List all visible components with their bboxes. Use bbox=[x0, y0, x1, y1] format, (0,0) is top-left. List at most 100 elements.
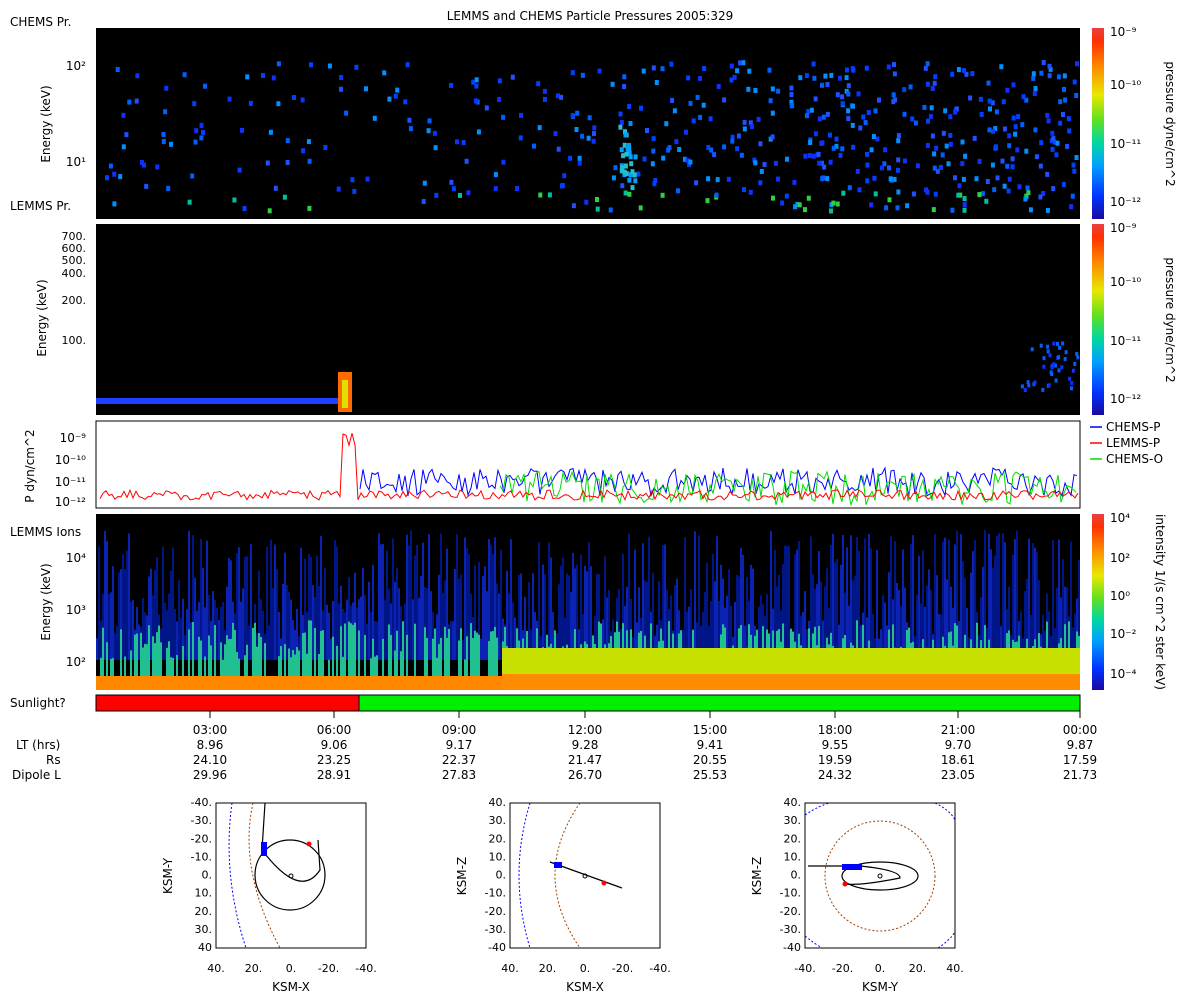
lemms-pr-cbar-tick-1: 10⁻⁹ bbox=[1110, 221, 1137, 235]
ions-column bbox=[1062, 674, 1064, 690]
chems-cell bbox=[747, 68, 752, 74]
ions-column bbox=[1016, 674, 1018, 690]
chems-cell bbox=[661, 155, 666, 161]
ions-column bbox=[578, 674, 580, 690]
ions-column bbox=[894, 674, 896, 690]
ions-column bbox=[384, 600, 386, 660]
ions-column bbox=[126, 676, 128, 690]
ions-column bbox=[680, 674, 682, 690]
chems-cell bbox=[336, 186, 341, 192]
ions-column bbox=[792, 674, 794, 690]
dipole-l-value: 26.70 bbox=[568, 768, 602, 782]
time-label: 03:00 bbox=[193, 723, 228, 737]
chems-cell bbox=[672, 108, 677, 114]
chems-cell bbox=[1063, 97, 1068, 103]
chems-cell bbox=[806, 195, 811, 201]
ions-column bbox=[548, 674, 550, 690]
chems-cell bbox=[497, 96, 502, 102]
chems-cell bbox=[776, 88, 781, 94]
ions-column bbox=[1000, 674, 1002, 690]
ions-column bbox=[924, 674, 926, 690]
ions-column bbox=[350, 676, 352, 690]
ions-column bbox=[628, 533, 630, 660]
chems-cell bbox=[1025, 185, 1030, 191]
chems-cell bbox=[977, 192, 982, 198]
orbit-xtick: -40. bbox=[649, 962, 670, 975]
chems-cell bbox=[276, 61, 281, 67]
ions-column bbox=[158, 676, 160, 690]
ions-column bbox=[328, 676, 330, 690]
chems-cell bbox=[865, 151, 869, 157]
chems-cell bbox=[1007, 133, 1012, 139]
ions-column bbox=[118, 676, 120, 690]
ions-column bbox=[998, 674, 1000, 690]
dipole-l-row-label: Dipole L bbox=[12, 768, 61, 782]
ions-column bbox=[312, 585, 314, 660]
chems-cell bbox=[1070, 193, 1075, 199]
ions-column bbox=[154, 676, 156, 690]
ions-column bbox=[300, 676, 302, 690]
lemms-pr-cell bbox=[1056, 341, 1059, 346]
ions-column bbox=[774, 674, 776, 690]
chems-cell bbox=[896, 189, 901, 195]
chems-cell bbox=[307, 205, 312, 211]
ions-column bbox=[740, 674, 742, 690]
ions-column bbox=[590, 674, 592, 690]
ions-column bbox=[522, 674, 524, 690]
chems-cell bbox=[953, 109, 958, 115]
chems-cell bbox=[739, 152, 744, 158]
ions-column bbox=[462, 676, 464, 690]
ions-column bbox=[486, 676, 488, 690]
ions-column bbox=[910, 543, 912, 660]
chems-cell bbox=[929, 105, 934, 111]
ions-column bbox=[730, 674, 732, 690]
ions-column bbox=[338, 676, 340, 690]
chems-cell bbox=[182, 72, 187, 78]
ions-column bbox=[138, 624, 140, 660]
ions-column bbox=[332, 676, 334, 690]
ions-column bbox=[368, 676, 370, 690]
ions-column bbox=[682, 674, 684, 690]
ions-column bbox=[176, 676, 178, 690]
chems-cell bbox=[493, 186, 498, 192]
ions-column bbox=[546, 674, 548, 690]
chems-cell bbox=[1020, 122, 1025, 128]
ions-column bbox=[396, 676, 398, 690]
ions-column bbox=[178, 580, 180, 660]
ions-column bbox=[518, 674, 520, 690]
chems-cell bbox=[1006, 188, 1011, 194]
ions-column bbox=[950, 674, 952, 690]
chems-cell bbox=[597, 68, 602, 74]
ions-column bbox=[588, 542, 590, 660]
chems-cell bbox=[709, 147, 714, 153]
ions-column bbox=[606, 674, 608, 690]
ions-column bbox=[980, 674, 982, 690]
chems-cell bbox=[651, 65, 656, 71]
orbit-xtick: -20. bbox=[832, 962, 853, 975]
chems-cell bbox=[587, 115, 592, 121]
ions-column bbox=[100, 676, 102, 690]
ions-column bbox=[660, 674, 662, 690]
ions-column bbox=[772, 674, 774, 690]
chems-cell bbox=[542, 88, 547, 94]
ions-column bbox=[100, 620, 102, 660]
chems-cell bbox=[864, 65, 869, 71]
ions-column bbox=[788, 674, 790, 690]
chems-cell bbox=[1075, 61, 1079, 67]
ions-column bbox=[868, 674, 870, 690]
chems-cell bbox=[991, 128, 995, 134]
orbit-plot-yz bbox=[804, 802, 956, 949]
ions-column bbox=[568, 674, 570, 690]
ions-column bbox=[306, 611, 308, 660]
chems-cell bbox=[988, 106, 992, 112]
chems-cell bbox=[641, 68, 646, 74]
ions-column bbox=[890, 535, 892, 660]
ions-column bbox=[870, 674, 872, 690]
ions-column bbox=[822, 674, 824, 690]
chems-cell bbox=[427, 118, 432, 124]
ions-column bbox=[420, 575, 422, 660]
ions-column bbox=[390, 676, 392, 690]
ions-column bbox=[226, 676, 228, 690]
chems-cell bbox=[611, 175, 616, 181]
orbit-ytick: 20. bbox=[784, 832, 802, 845]
